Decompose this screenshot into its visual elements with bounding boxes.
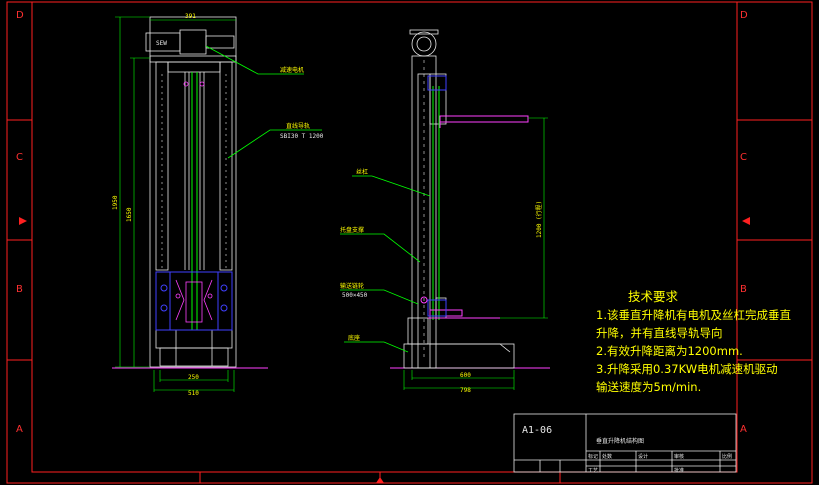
cad-drawing: D C B A D C B A SEW 391 1950 1650 250 51… [6, 1, 813, 484]
side-leaders [340, 175, 431, 353]
tech-note-line-4: 3.升降采用0.37KW电机减速机驱动 [596, 362, 778, 376]
front-height-outer-dim: 1950 [112, 195, 119, 210]
side-callout-sprocket: 输送链轮 [340, 282, 364, 290]
grid-row-c-right: C [740, 152, 747, 163]
front-base-dim-2: 510 [188, 390, 199, 397]
front-rail-dashes [161, 74, 227, 268]
side-base-dim-2: 798 [460, 387, 471, 394]
side-callout-pallet-support: 托盘支撑 [340, 226, 364, 234]
grid-row-b-left: B [16, 284, 23, 295]
front-top-width-dim: 391 [185, 13, 196, 20]
front-view [149, 16, 237, 368]
grid-row-a-right: A [740, 424, 747, 435]
side-callout-screw: 丝杠 [356, 168, 368, 176]
front-guide-rails [191, 72, 198, 330]
front-dimensions [115, 16, 236, 392]
side-carriage [427, 75, 447, 317]
drawing-code: A1-06 [522, 425, 553, 436]
tech-note-line-1: 1.该垂直升降机有电机及丝杠完成垂直 [596, 308, 791, 322]
tech-note-line-2: 升降，并有直线导轨导向 [596, 326, 723, 340]
grid-row-c-left: C [16, 152, 23, 163]
drawing-name: 垂直升降机结构图 [596, 438, 645, 445]
title-cell-design: 设计 [638, 454, 649, 460]
title-cell-approve: 批准 [674, 468, 685, 474]
side-base-dim-1: 600 [460, 372, 471, 379]
front-motor: SEW [145, 29, 235, 55]
side-view [403, 29, 515, 369]
motor-label: SEW [156, 40, 167, 47]
title-cell-count: 处数 [602, 454, 613, 460]
title-cell-process: 工艺 [588, 468, 599, 474]
side-dimensions [403, 117, 548, 390]
side-callout-sprocket-spec: 500×450 [342, 292, 368, 299]
front-leaders [205, 45, 322, 159]
front-height-inner-dim: 1650 [126, 207, 133, 222]
grid-row-a-left: A [16, 424, 23, 435]
front-carriage [155, 271, 233, 331]
front-callout-rail: 直线导轨 [286, 122, 310, 130]
front-carriage-detail [175, 81, 213, 323]
side-callout-base: 底座 [348, 334, 360, 342]
tech-note-line-3: 2.有效升降距离为1200mm. [596, 344, 743, 358]
front-base-dim-1: 250 [188, 374, 199, 381]
side-pallet [420, 115, 529, 319]
title-cell-mark: 标记 [588, 454, 599, 460]
front-callout-motor: 减速电机 [280, 66, 304, 74]
grid-row-d-left: D [16, 10, 24, 21]
tech-note-line-5: 输送速度为5m/min. [596, 380, 702, 394]
side-stroke-dim: 1200 (行程) [535, 201, 543, 238]
drawing-frame [6, 1, 813, 484]
grid-row-d-right: D [740, 10, 748, 21]
title-cell-review: 审核 [674, 454, 685, 460]
front-callout-rail-spec: SBI30 T 1200 [280, 133, 324, 140]
tech-notes-title: 技术要求 [628, 289, 679, 304]
title-cell-scale: 比例 [722, 454, 733, 460]
technical-requirements: 技术要求 1.该垂直升降机有电机及丝杠完成垂直 升降，并有直线导轨导向 2.有效… [596, 288, 811, 396]
